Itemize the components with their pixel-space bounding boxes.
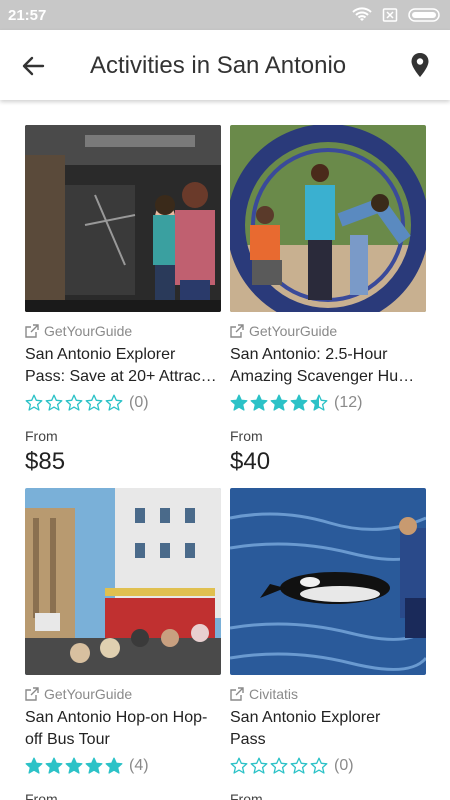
star-rating: [230, 757, 328, 775]
external-link-icon: [25, 687, 39, 701]
provider-name: GetYourGuide: [44, 686, 133, 702]
external-link-icon: [230, 324, 244, 338]
from-label: From: [230, 428, 263, 444]
title-line-1: San Antonio Hop-on Hop-: [25, 709, 208, 726]
star-icon: [25, 394, 43, 411]
activity-card[interactable]: GetYourGuide San Antonio: 2.5-Hour Amazi…: [230, 125, 426, 476]
back-arrow-icon[interactable]: [18, 51, 48, 81]
star-icon: [85, 394, 103, 411]
review-count: (0): [334, 757, 354, 774]
rating-row: (4): [25, 755, 221, 777]
activity-card[interactable]: Civitatis San Antonio Explorer Pass (0) …: [230, 488, 426, 800]
star-icon: [45, 757, 63, 774]
from-label: From: [230, 791, 263, 800]
activity-photo[interactable]: [25, 125, 221, 312]
star-icon: [250, 757, 268, 774]
title-line-2: Pass: Save at 20+ Attrac…: [25, 368, 217, 385]
activity-photo[interactable]: [25, 488, 221, 675]
star-icon: [270, 394, 288, 411]
provider-name: Civitatis: [249, 686, 299, 702]
activities-grid: GetYourGuide San Antonio Explorer Pass: …: [0, 100, 450, 800]
title-line-2: Pass: [230, 731, 266, 748]
review-count: (4): [129, 757, 149, 774]
price: $85: [25, 448, 66, 475]
title-line-1: San Antonio Explorer: [25, 346, 176, 363]
provider-name: GetYourGuide: [249, 323, 338, 339]
title-line-1: San Antonio Explorer: [230, 709, 381, 726]
title-line-2: off Bus Tour: [25, 731, 110, 748]
provider-row: Civitatis: [230, 685, 426, 703]
star-icon: [230, 394, 248, 411]
title-line-2: Amazing Scavenger Hu…: [230, 368, 415, 385]
no-sim-icon: [382, 8, 398, 22]
star-icon: [310, 757, 328, 774]
provider-row: GetYourGuide: [25, 322, 221, 340]
star-icon: [230, 757, 248, 774]
title-line-1: San Antonio: 2.5-Hour: [230, 346, 388, 363]
external-link-icon: [230, 687, 244, 701]
star-icon: [25, 757, 43, 774]
star-icon: [290, 757, 308, 774]
location-pin-icon[interactable]: [408, 52, 432, 78]
activity-card[interactable]: GetYourGuide San Antonio Hop-on Hop- off…: [25, 488, 221, 800]
star-icon: [250, 394, 268, 411]
battery-icon: [408, 8, 440, 22]
star-rating: [25, 394, 123, 412]
external-link-icon: [25, 324, 39, 338]
star-icon: [310, 394, 328, 411]
star-rating: [25, 757, 123, 775]
provider-row: GetYourGuide: [230, 322, 426, 340]
activity-card[interactable]: GetYourGuide San Antonio Explorer Pass: …: [25, 125, 221, 476]
star-icon: [65, 757, 83, 774]
status-bar: 21:57: [0, 0, 450, 30]
provider-row: GetYourGuide: [25, 685, 221, 703]
activity-title[interactable]: San Antonio Explorer Pass: Save at 20+ A…: [25, 344, 221, 388]
app-bar: Activities in San Antonio: [0, 30, 450, 100]
activity-title[interactable]: San Antonio Hop-on Hop- off Bus Tour: [25, 707, 221, 751]
rating-row: (0): [25, 392, 221, 414]
activity-photo[interactable]: [230, 488, 426, 675]
star-icon: [105, 757, 123, 774]
price: $40: [230, 448, 271, 475]
star-icon: [270, 757, 288, 774]
star-icon: [65, 394, 83, 411]
wifi-icon: [352, 7, 372, 21]
star-rating: [230, 394, 328, 412]
star-icon: [290, 394, 308, 411]
rating-row: (0): [230, 755, 426, 777]
from-label: From: [25, 428, 58, 444]
activity-title[interactable]: San Antonio: 2.5-Hour Amazing Scavenger …: [230, 344, 426, 388]
from-label: From: [25, 791, 58, 800]
review-count: (0): [129, 394, 149, 411]
rating-row: (12): [230, 392, 426, 414]
provider-name: GetYourGuide: [44, 323, 133, 339]
star-icon: [45, 394, 63, 411]
star-icon: [105, 394, 123, 411]
review-count: (12): [334, 394, 363, 411]
star-icon: [85, 757, 103, 774]
activity-title[interactable]: San Antonio Explorer Pass: [230, 707, 426, 751]
status-icons: [352, 6, 442, 24]
status-time: 21:57: [8, 7, 47, 24]
activity-photo[interactable]: [230, 125, 426, 312]
page-title: Activities in San Antonio: [90, 52, 347, 79]
